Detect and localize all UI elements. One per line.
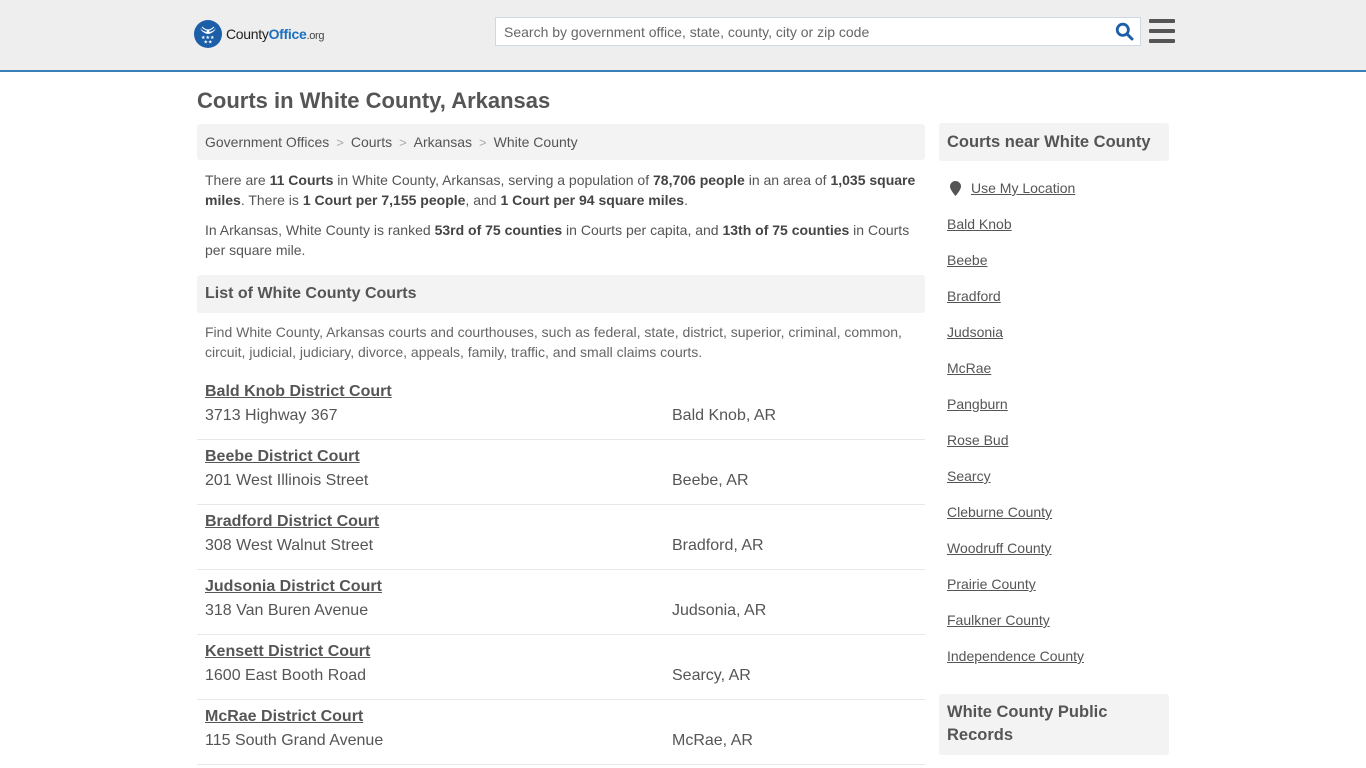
- use-my-location: Use My Location: [939, 179, 1169, 197]
- main-content: Government Offices > Courts > Arkansas >…: [197, 124, 925, 765]
- nearby-link-judsonia[interactable]: Judsonia: [947, 314, 1169, 350]
- intro-text: There are 11 Courts in White County, Ark…: [197, 170, 925, 260]
- court-name-link[interactable]: Judsonia District Court: [205, 578, 382, 598]
- nearby-link-bradford[interactable]: Bradford: [947, 278, 1169, 314]
- nearby-link-independence-county[interactable]: Independence County: [947, 638, 1169, 674]
- court-name-link[interactable]: McRae District Court: [205, 708, 363, 728]
- courts-list-description: Find White County, Arkansas courts and c…: [205, 324, 902, 360]
- nearby-link-rose-bud[interactable]: Rose Bud: [947, 422, 1169, 458]
- public-records-heading: White County Public Records: [939, 694, 1169, 755]
- breadcrumb-white-county[interactable]: White County: [494, 134, 578, 150]
- intro-stats-paragraph: There are 11 Courts in White County, Ark…: [205, 172, 916, 208]
- search-button[interactable]: [1108, 18, 1140, 45]
- court-address: 3713 Highway 367: [205, 407, 338, 424]
- breadcrumb-separator: >: [336, 134, 344, 150]
- court-address: 115 South Grand Avenue: [205, 732, 384, 749]
- nearby-link-woodruff-county[interactable]: Woodruff County: [947, 530, 1169, 566]
- nearby-link-bald-knob[interactable]: Bald Knob: [947, 206, 1169, 242]
- search-input[interactable]: [496, 18, 1108, 45]
- court-address: 201 West Illinois Street: [205, 472, 369, 489]
- nearby-link-pangburn[interactable]: Pangburn: [947, 386, 1169, 422]
- court-list-item: Bald Knob District Court 3713 Highway 36…: [197, 380, 925, 440]
- nearby-links: Bald Knob Beebe Bradford Judsonia McRae …: [939, 206, 1169, 674]
- nearby-link-faulkner-county[interactable]: Faulkner County: [947, 602, 1169, 638]
- svg-text:★★: ★★: [204, 40, 213, 46]
- breadcrumb-separator: >: [399, 134, 407, 150]
- court-city: McRae, AR: [672, 732, 753, 749]
- court-address: 318 Van Buren Avenue: [205, 602, 369, 619]
- page-title: Courts in White County, Arkansas: [197, 88, 551, 113]
- court-name-link[interactable]: Kensett District Court: [205, 643, 370, 663]
- court-list-item: Bradford District Court 308 West Walnut …: [197, 505, 925, 570]
- breadcrumb-courts[interactable]: Courts: [351, 134, 392, 150]
- court-address: 308 West Walnut Street: [205, 537, 374, 554]
- court-list-item: Beebe District Court 201 West Illinois S…: [197, 440, 925, 505]
- nearby-link-searcy[interactable]: Searcy: [947, 458, 1169, 494]
- court-list-item: Judsonia District Court 318 Van Buren Av…: [197, 570, 925, 635]
- nearby-courts-heading: Courts near White County: [939, 123, 1169, 161]
- breadcrumb: Government Offices > Courts > Arkansas >…: [197, 124, 925, 160]
- court-city: Beebe, AR: [672, 472, 749, 489]
- nearby-link-prairie-county[interactable]: Prairie County: [947, 566, 1169, 602]
- court-address: 1600 East Booth Road: [205, 667, 367, 684]
- site-logo[interactable]: ★★★ ★★ CountyOffice.org: [194, 20, 325, 48]
- nearby-link-beebe[interactable]: Beebe: [947, 242, 1169, 278]
- court-name-link[interactable]: Bradford District Court: [205, 513, 379, 533]
- logo-text: CountyOffice.org: [226, 26, 325, 42]
- intro-ranking-paragraph: In Arkansas, White County is ranked 53rd…: [205, 222, 910, 258]
- eagle-stars-logo-icon: ★★★ ★★: [194, 20, 222, 48]
- search-icon: [1115, 22, 1133, 41]
- menu-bar: [1149, 29, 1175, 33]
- court-city: Bald Knob, AR: [672, 407, 777, 424]
- breadcrumb-government-offices[interactable]: Government Offices: [205, 134, 329, 150]
- courts-list-heading: List of White County Courts: [197, 275, 925, 313]
- sidebar: Courts near White County Use My Location…: [939, 123, 1169, 755]
- breadcrumb-separator: >: [479, 134, 487, 150]
- nearby-link-cleburne-county[interactable]: Cleburne County: [947, 494, 1169, 530]
- search-bar: [495, 17, 1141, 46]
- court-name-link[interactable]: Beebe District Court: [205, 448, 360, 468]
- nearby-link-mcrae[interactable]: McRae: [947, 350, 1169, 386]
- site-header: ★★★ ★★ CountyOffice.org: [0, 0, 1366, 72]
- map-pin-icon: [950, 180, 961, 196]
- court-city: Judsonia, AR: [672, 602, 767, 619]
- use-my-location-link[interactable]: Use My Location: [971, 180, 1075, 196]
- court-city: Bradford, AR: [672, 537, 764, 554]
- hamburger-menu-icon[interactable]: [1149, 19, 1175, 43]
- court-list-item: Kensett District Court 1600 East Booth R…: [197, 635, 925, 700]
- breadcrumb-arkansas[interactable]: Arkansas: [414, 134, 472, 150]
- menu-bar: [1149, 39, 1175, 43]
- court-city: Searcy, AR: [672, 667, 751, 684]
- court-name-link[interactable]: Bald Knob District Court: [205, 383, 392, 403]
- court-list-item: McRae District Court 115 South Grand Ave…: [197, 700, 925, 765]
- courts-list: Bald Knob District Court 3713 Highway 36…: [197, 380, 925, 765]
- menu-bar: [1149, 19, 1175, 23]
